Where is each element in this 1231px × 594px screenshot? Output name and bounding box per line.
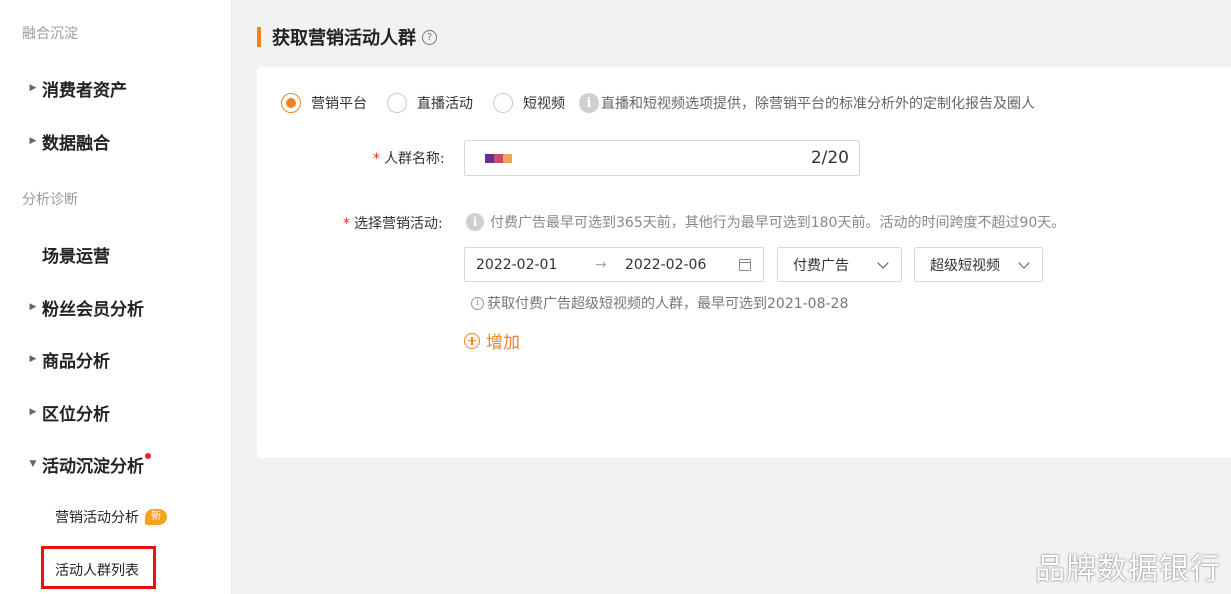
required-mark: * [343, 216, 350, 232]
redacted-name-swatch [485, 154, 512, 163]
chevron-down-icon [877, 257, 889, 269]
sidebar-item-data-fusion[interactable]: ▶ 数据融合 [0, 121, 232, 161]
radio-label[interactable]: 直播活动 [417, 93, 473, 113]
form-card: 营销平台 直播活动 短视频 i 直播和短视频选项提供，除营销平台的标准分析外的定… [257, 67, 1231, 458]
sidebar-item-activity-analysis[interactable]: ▼ 活动沉淀分析 [0, 444, 232, 484]
crowd-name-input[interactable]: 2/20 [464, 140, 860, 176]
sidebar: 融合沉淀 ▶ 消费者资产 ▶ 数据融合 分析诊断 场景运营 ▶ 粉丝会员分析 ▶… [0, 0, 232, 594]
sidebar-item-label: 区位分析 [42, 404, 110, 425]
subtype-select[interactable]: 超级短视频 [914, 247, 1043, 282]
radio-label[interactable]: 营销平台 [311, 93, 367, 113]
radio-live-activity[interactable] [387, 93, 407, 113]
header-accent-bar [257, 27, 261, 47]
type-select-value: 付费广告 [793, 257, 849, 274]
radio-hint: 直播和短视频选项提供，除营销平台的标准分析外的定制化报告及圈人 [601, 96, 1035, 112]
crowd-name-label-text: 人群名称: [384, 151, 445, 167]
date-start[interactable]: 2022-02-01 [476, 257, 557, 273]
info-icon: i [466, 213, 484, 231]
earliest-date-hint: i 获取付费广告超级短视频的人群，最早可选到2021-08-28 [471, 293, 848, 313]
date-end[interactable]: 2022-02-06 [625, 257, 706, 273]
calendar-icon[interactable] [739, 259, 751, 271]
sidebar-item-label: 活动沉淀分析 [42, 456, 144, 477]
platform-radio-group: 营销平台 直播活动 短视频 i 直播和短视频选项提供，除营销平台的标准分析外的定… [281, 91, 1035, 115]
activity-hint-text: 付费广告最早可选到365天前，其他行为最早可选到180天前。活动的时间跨度不超过… [490, 215, 1066, 231]
sidebar-subitem-marketing-analysis[interactable]: 营销活动分析 新 [55, 507, 167, 527]
char-counter: 2/20 [810, 148, 849, 168]
sidebar-item-scene-ops[interactable]: 场景运营 [0, 234, 232, 274]
page-header: 获取营销活动人群 ? [257, 22, 437, 52]
info-icon: i [471, 296, 484, 310]
sidebar-item-product-analysis[interactable]: ▶ 商品分析 [0, 339, 232, 379]
caret-right-icon: ▶ [29, 83, 37, 93]
caret-right-icon: ▶ [29, 354, 37, 364]
activity-label: * 选择营销活动: [343, 213, 443, 233]
new-badge: 新 [145, 509, 167, 525]
activity-label-text: 选择营销活动: [354, 216, 443, 232]
radio-short-video[interactable] [493, 93, 513, 113]
section-title-fusion: 融合沉淀 [22, 26, 78, 42]
question-icon[interactable]: ? [422, 29, 437, 45]
add-button[interactable]: 增加 [464, 328, 520, 353]
type-select[interactable]: 付费广告 [777, 247, 902, 282]
sidebar-item-fans-members[interactable]: ▶ 粉丝会员分析 [0, 287, 232, 327]
radio-label[interactable]: 短视频 [523, 93, 565, 113]
info-icon: i [579, 93, 599, 113]
notification-dot [145, 453, 151, 459]
subtype-select-value: 超级短视频 [930, 257, 1000, 274]
highlight-box [41, 546, 156, 589]
watermark: 品牌数据银行 [1035, 552, 1221, 587]
section-title-analysis: 分析诊断 [22, 192, 78, 208]
activity-hint: i 付费广告最早可选到365天前，其他行为最早可选到180天前。活动的时间跨度不… [466, 212, 1065, 232]
sidebar-item-label: 粉丝会员分析 [42, 299, 144, 320]
sidebar-item-label: 数据融合 [42, 133, 110, 154]
crowd-name-label: * 人群名称: [373, 148, 445, 168]
sidebar-item-label: 消费者资产 [42, 80, 127, 101]
sidebar-item-consumer-assets[interactable]: ▶ 消费者资产 [0, 68, 232, 108]
radio-marketing-platform[interactable] [281, 93, 301, 113]
earliest-date-hint-text: 获取付费广告超级短视频的人群，最早可选到2021-08-28 [487, 296, 849, 312]
caret-right-icon: ▶ [29, 407, 37, 417]
caret-right-icon: ▶ [29, 136, 37, 146]
date-range-picker[interactable]: 2022-02-01 → 2022-02-06 [464, 247, 764, 282]
caret-right-icon: ▶ [29, 302, 37, 312]
arrow-right-icon: → [595, 256, 607, 273]
chevron-down-icon [1018, 257, 1030, 269]
page-title: 获取营销活动人群 [272, 28, 416, 49]
plus-circle-icon [464, 332, 480, 349]
required-mark: * [373, 151, 380, 167]
caret-down-icon: ▼ [29, 459, 37, 469]
sidebar-item-location-analysis[interactable]: ▶ 区位分析 [0, 392, 232, 432]
sidebar-subitem-label: 营销活动分析 [55, 510, 139, 526]
sidebar-item-label: 场景运营 [42, 246, 110, 267]
sidebar-item-label: 商品分析 [42, 351, 110, 372]
add-button-label: 增加 [486, 333, 520, 353]
